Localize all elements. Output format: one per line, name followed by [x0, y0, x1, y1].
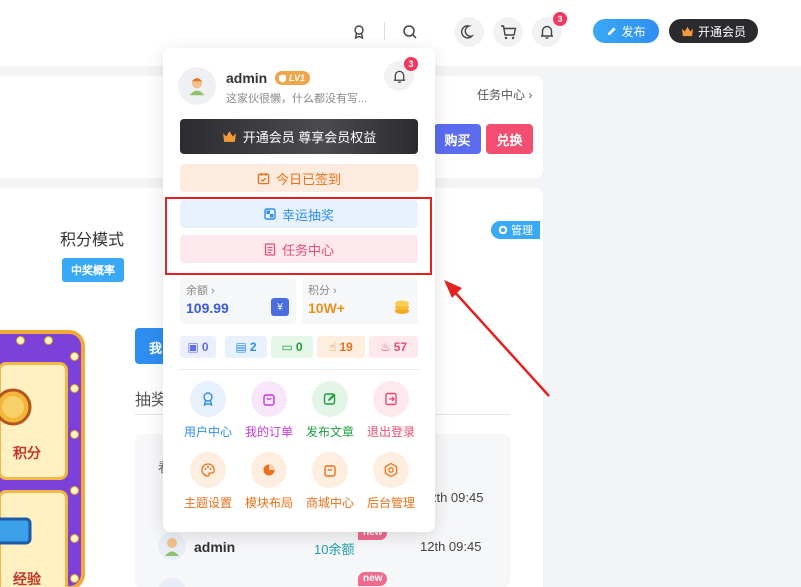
annotation-arrow: [444, 280, 550, 397]
